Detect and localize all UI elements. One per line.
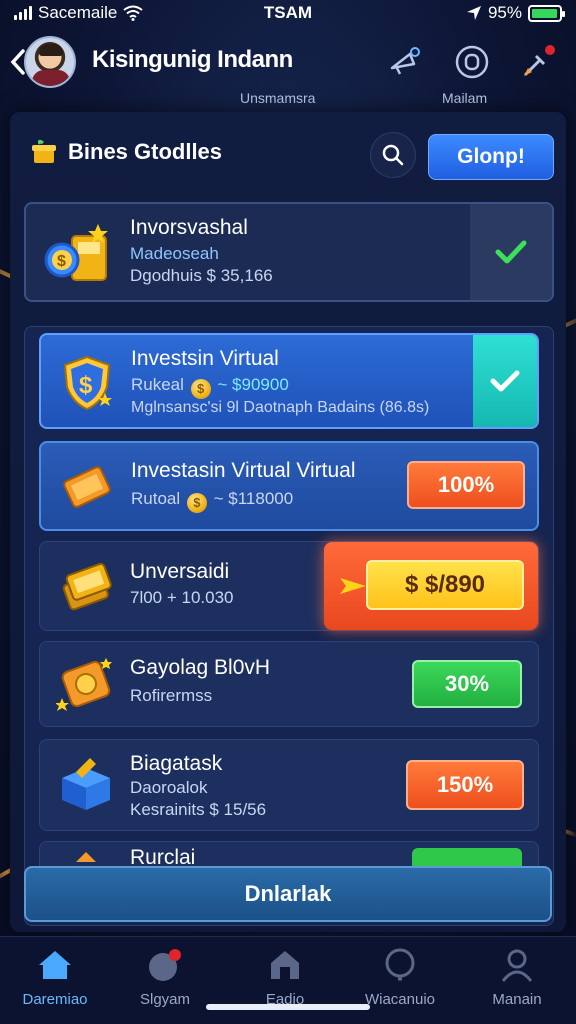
tab-search[interactable]: Wiacanuio	[345, 945, 455, 1008]
search-icon	[385, 948, 415, 981]
panel-title: Bines Gtodlles	[68, 139, 223, 164]
store-icon	[271, 951, 299, 979]
investment-list: $ Investsin Virtual Rukeal $ ~ $90900 Mg…	[24, 326, 554, 926]
value-badge[interactable]: $ $/890	[366, 560, 524, 610]
tab-label: Wiacanuio	[364, 991, 436, 1008]
item-subtitle: Daoroalok	[130, 778, 208, 797]
tab-label: Manain	[492, 991, 542, 1008]
svg-text:$: $	[79, 372, 93, 399]
notification-button[interactable]	[384, 42, 424, 82]
bottom-action-button[interactable]: Dnlarlak	[24, 866, 552, 922]
tab-home[interactable]: Daremiao	[0, 945, 110, 1008]
status-bar: Sacemaile TSAM 95%	[0, 0, 576, 26]
settings-button[interactable]	[452, 42, 492, 82]
tab-label: Daremiao	[22, 991, 88, 1008]
summary-card[interactable]: $ Invorsvashal Madeoseah Dgodhuis $ 35,1…	[24, 202, 554, 302]
blocks-icon	[62, 758, 110, 810]
location-arrow-icon	[466, 6, 481, 20]
gold-bar-icon	[63, 466, 111, 508]
list-item[interactable]: Biagatask Daoroalok Kesrainits $ 15/56 1…	[39, 739, 539, 831]
item-detail: Kesrainits $ 15/56	[130, 800, 267, 819]
item-detail: Mglnsansc'si 9l Daotnaph Badains (86.8s)	[131, 399, 430, 416]
item-title: Gayolag Bl0vH	[130, 656, 271, 679]
summary-detail: Dgodhuis $ 35,166	[130, 266, 273, 285]
item-title: Investasin Virtual Virtual	[131, 459, 356, 482]
tab-store[interactable]: Eadio	[230, 945, 340, 1008]
rocket-icon	[524, 45, 555, 76]
list-item[interactable]: Gayolag Bl0vH Rofirermss 30%	[39, 641, 539, 727]
arrow-right-icon	[340, 578, 366, 594]
coin-icon: $	[190, 379, 211, 399]
header: Kisingunig Indann Unsmamsra Mailam	[0, 30, 576, 110]
tab-chat[interactable]: Slgyam	[110, 945, 220, 1008]
item-value: Rukeal $ ~ $90900	[131, 375, 289, 399]
coin-card-icon	[56, 658, 112, 711]
item-title: Unversaidi	[130, 560, 230, 583]
percent-badge[interactable]: 30%	[412, 660, 522, 708]
tab-label: Slgyam	[139, 991, 191, 1008]
main-panel: Bines Gtodlles Glonp! $ Invorsvashal Mad…	[10, 112, 566, 932]
svg-text:$: $	[57, 253, 66, 270]
home-icon	[39, 951, 71, 979]
search-button[interactable]	[370, 132, 416, 178]
target-icon	[455, 45, 489, 79]
rocket-button[interactable]	[518, 42, 558, 82]
tab-profile[interactable]: Manain	[462, 945, 572, 1008]
megaphone-icon	[390, 47, 420, 75]
item-value: Rutoal $ ~ $118000	[131, 489, 293, 513]
signal-icon	[14, 6, 32, 20]
gift-box-icon	[32, 139, 56, 163]
shield-coin-icon: $	[63, 355, 112, 411]
item-detail: Rofirermss	[130, 686, 213, 705]
highlight-panel: $ $/890	[324, 542, 538, 630]
carrier-label: Sacemaile	[38, 3, 118, 22]
list-item[interactable]: Unversaidi 7l00 + 10.030 $ $/890	[39, 541, 539, 631]
check-icon	[490, 370, 520, 392]
wifi-icon	[123, 5, 143, 21]
item-title: Biagatask	[130, 752, 223, 775]
list-item[interactable]: $ Investsin Virtual Rukeal $ ~ $90900 Mg…	[39, 333, 539, 429]
header-sub-label: Mailam	[442, 90, 488, 106]
summary-check-button[interactable]	[470, 204, 552, 300]
search-icon	[382, 144, 404, 166]
chat-icon	[149, 949, 181, 981]
tab-bar: Daremiao Slgyam Eadio Wiacanuio Manain	[0, 936, 576, 1024]
avatar[interactable]	[24, 36, 76, 88]
battery-percent: 95%	[487, 3, 522, 22]
primary-action-button[interactable]: Glonp!	[428, 134, 554, 180]
gold-coins-icon: $	[44, 224, 108, 281]
profile-icon	[501, 949, 533, 982]
check-icon	[495, 240, 527, 264]
percent-badge[interactable]: 150%	[406, 760, 524, 810]
home-indicator	[206, 1004, 370, 1010]
page-title: Kisingunig Indann	[92, 46, 293, 73]
item-check-button[interactable]	[473, 335, 537, 427]
list-item[interactable]: Investasin Virtual Virtual Rutoal $ ~ $1…	[39, 441, 539, 531]
summary-subtitle: Madeoseah	[130, 244, 219, 263]
summary-title: Invorsvashal	[130, 216, 248, 239]
header-sub-label: Unsmamsra	[240, 90, 316, 106]
item-detail: 7l00 + 10.030	[130, 588, 234, 607]
gold-bars-icon	[62, 562, 112, 611]
percent-badge[interactable]: 100%	[407, 461, 525, 509]
panel-heading: Bines Gtodlles	[30, 138, 222, 166]
item-title: Investsin Virtual	[131, 347, 279, 370]
coin-icon: $	[186, 493, 207, 513]
battery-icon	[528, 4, 565, 22]
